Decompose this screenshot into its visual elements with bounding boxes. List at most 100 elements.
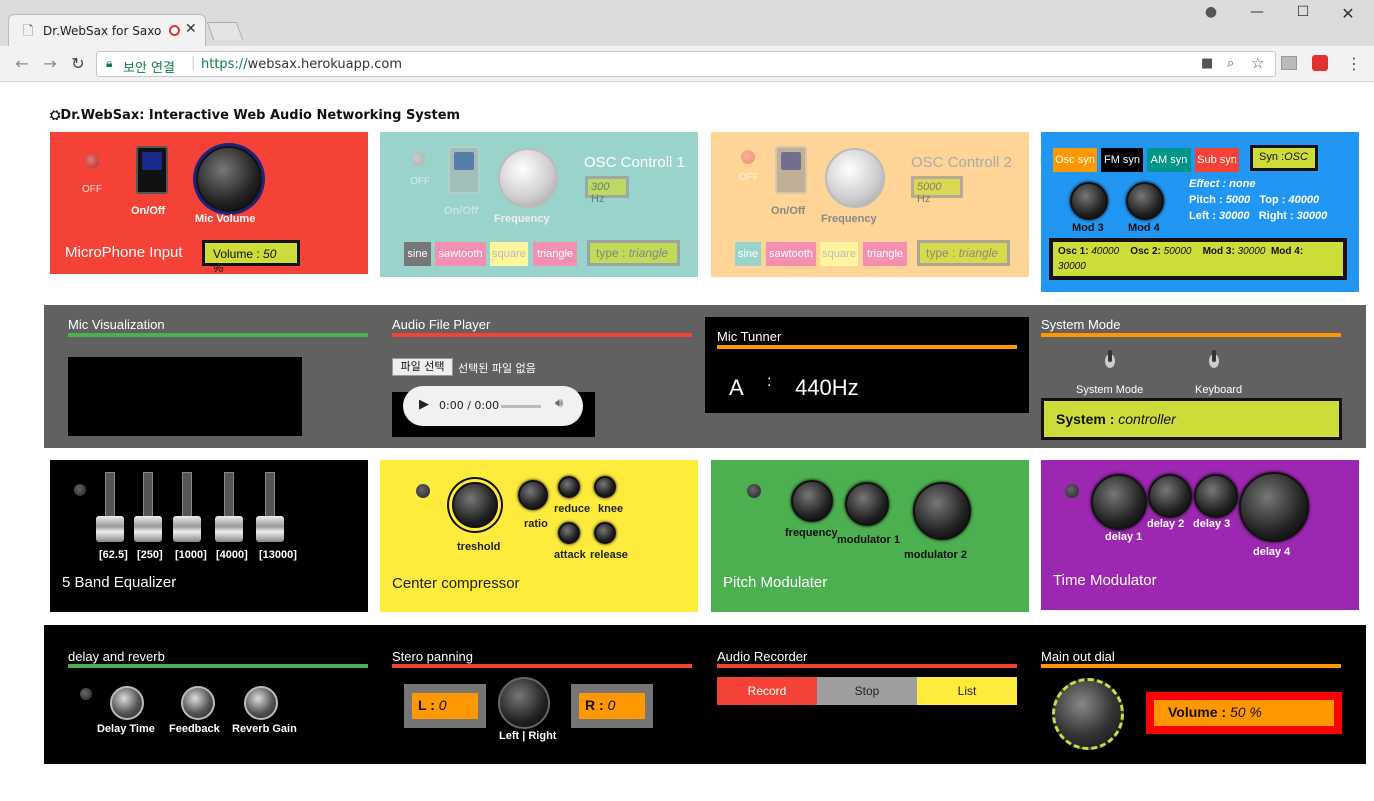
frequency-knob[interactable] xyxy=(791,480,833,522)
menu-icon[interactable]: ⋮ xyxy=(1346,54,1362,73)
system-mode-toggle[interactable] xyxy=(1102,350,1118,372)
osc1-wave-triangle[interactable]: triangle xyxy=(533,242,577,266)
osc1-wave-sine[interactable]: sine xyxy=(404,242,431,266)
pan-left-display: L : 0 xyxy=(404,684,486,728)
keyboard-toggle[interactable] xyxy=(1206,350,1222,372)
list-button[interactable]: List xyxy=(917,677,1017,705)
modulator2-knob[interactable] xyxy=(913,482,971,540)
osc1-frequency-knob[interactable] xyxy=(498,148,558,208)
back-icon[interactable]: ← xyxy=(12,54,32,74)
osc2-wave-sine[interactable]: sine xyxy=(735,242,761,266)
eq-fader-62[interactable] xyxy=(96,472,124,542)
delay1-label: delay 1 xyxy=(1105,531,1143,543)
reduce-knob[interactable] xyxy=(558,476,580,498)
extension-icon[interactable] xyxy=(1281,56,1297,70)
record-button[interactable]: Record xyxy=(717,677,817,705)
eq-band-label: [1000] xyxy=(175,549,207,561)
system-status-display: System : controller xyxy=(1041,398,1342,440)
delay-time-knob[interactable] xyxy=(110,686,144,720)
osc1-wave-square[interactable]: square xyxy=(490,242,528,266)
browser-toolbar: ← → ↻ 🔒︎ 보안 연결 | https://websax.herokuap… xyxy=(0,46,1374,82)
minimize-icon[interactable]: — xyxy=(1246,4,1268,22)
delay-title: delay and reverb xyxy=(68,649,165,664)
sub-syn-button[interactable]: Sub syn xyxy=(1195,148,1239,172)
eq-band-label: [250] xyxy=(137,549,163,561)
osc2-wave-triangle[interactable]: triangle xyxy=(863,242,907,266)
am-syn-button[interactable]: AM syn xyxy=(1147,148,1191,172)
fm-syn-button[interactable]: FM syn xyxy=(1101,148,1143,172)
mic-onoff-switch[interactable] xyxy=(136,146,168,194)
browser-titlebar: 🗋 Dr.WebSax for Saxop ✕ ● — ☐ ✕ xyxy=(0,0,1374,46)
mod3-knob[interactable] xyxy=(1070,182,1108,220)
mic-led-icon xyxy=(85,154,99,168)
osc-syn-button[interactable]: Osc syn xyxy=(1053,148,1097,172)
pitch-led-icon xyxy=(747,484,761,498)
tuner-separator: : xyxy=(767,373,772,390)
modulator2-label: modulator 2 xyxy=(904,549,967,561)
security-label: 보안 연결 xyxy=(123,61,175,76)
browser-tab[interactable]: 🗋 Dr.WebSax for Saxop ✕ xyxy=(8,14,206,46)
left-right-text: Left : 30000 Right : 30000 xyxy=(1189,210,1328,222)
knee-knob[interactable] xyxy=(594,476,616,498)
main-out-dial[interactable] xyxy=(1052,678,1124,750)
eq-fader-4000[interactable] xyxy=(215,472,243,542)
eq-fader-1000[interactable] xyxy=(173,472,201,542)
knee-label: knee xyxy=(598,503,624,515)
mic-volume-knob[interactable] xyxy=(196,146,262,212)
mod4-knob[interactable] xyxy=(1126,182,1164,220)
tuner-note: A xyxy=(729,375,744,400)
reduce-label: reduce xyxy=(554,503,591,515)
treshold-knob[interactable] xyxy=(452,482,498,528)
delay4-knob[interactable] xyxy=(1239,472,1309,542)
system-title: System Mode xyxy=(1041,317,1121,332)
play-icon[interactable]: ▶ xyxy=(419,397,429,412)
zoom-icon[interactable]: ⌕ xyxy=(1227,56,1234,71)
eq-fader-13000[interactable] xyxy=(256,472,284,542)
osc2-wave-square[interactable]: square xyxy=(820,242,858,266)
compressor-panel: treshold ratio reduce knee attack releas… xyxy=(380,460,698,612)
pan-knob[interactable] xyxy=(498,677,550,729)
reload-icon[interactable]: ↻ xyxy=(68,54,88,74)
camera-icon[interactable]: ■ xyxy=(1201,56,1213,71)
stop-button[interactable]: Stop xyxy=(817,677,917,705)
osc2-onoff-switch[interactable] xyxy=(775,146,807,194)
frequency-label: frequency xyxy=(785,527,838,539)
address-bar[interactable]: 🔒︎ 보안 연결 | https://websax.herokuapp.com … xyxy=(96,51,1276,77)
delay1-knob[interactable] xyxy=(1091,474,1147,530)
new-tab-button[interactable] xyxy=(206,22,244,40)
volume-icon[interactable]: 🔊︎ xyxy=(555,396,563,411)
extension-alert-icon[interactable] xyxy=(1312,55,1328,71)
ratio-knob[interactable] xyxy=(518,480,548,510)
profile-icon[interactable]: ● xyxy=(1200,4,1222,22)
attack-knob[interactable] xyxy=(558,522,580,544)
delay2-label: delay 2 xyxy=(1147,518,1185,530)
modulator1-knob[interactable] xyxy=(845,482,889,526)
osc1-onoff-switch[interactable] xyxy=(448,146,480,194)
close-window-icon[interactable]: ✕ xyxy=(1337,4,1359,23)
maximize-icon[interactable]: ☐ xyxy=(1292,4,1314,22)
reverb-gain-knob[interactable] xyxy=(244,686,278,720)
mic-visualization-canvas xyxy=(68,357,302,436)
url-text: https://websax.herokuapp.com xyxy=(201,57,403,72)
player-progress[interactable] xyxy=(501,405,541,408)
equalizer-panel: [62.5] [250] [1000] [4000] [13000] 5 Ban… xyxy=(50,460,368,612)
lock-icon: 🔒︎ xyxy=(106,56,113,70)
osc1-wave-sawtooth[interactable]: sawtooth xyxy=(435,242,486,266)
delay2-knob[interactable] xyxy=(1148,474,1192,518)
eq-fader-250[interactable] xyxy=(134,472,162,542)
osc2-wave-sawtooth[interactable]: sawtooth xyxy=(766,242,816,266)
feedback-knob[interactable] xyxy=(181,686,215,720)
bookmark-star-icon[interactable]: ☆ xyxy=(1251,54,1264,72)
time-modulator-panel: delay 1 delay 2 delay 3 delay 4 Time Mod… xyxy=(1041,460,1359,610)
choose-file-button[interactable]: 파일 선택 xyxy=(392,358,453,376)
forward-icon[interactable]: → xyxy=(40,54,60,74)
release-knob[interactable] xyxy=(594,522,616,544)
delay3-knob[interactable] xyxy=(1194,474,1238,518)
syn-values-display: Osc 1: 40000 Osc 2: 50000 Mod 3: 30000 M… xyxy=(1049,238,1347,280)
page-icon: 🗋 xyxy=(23,24,34,39)
pan-knob-label: Left | Right xyxy=(499,730,557,742)
modulator1-label: modulator 1 xyxy=(837,534,900,546)
osc2-frequency-knob[interactable] xyxy=(825,148,885,208)
close-tab-icon[interactable]: ✕ xyxy=(185,21,197,37)
delay-led-icon xyxy=(80,688,92,700)
